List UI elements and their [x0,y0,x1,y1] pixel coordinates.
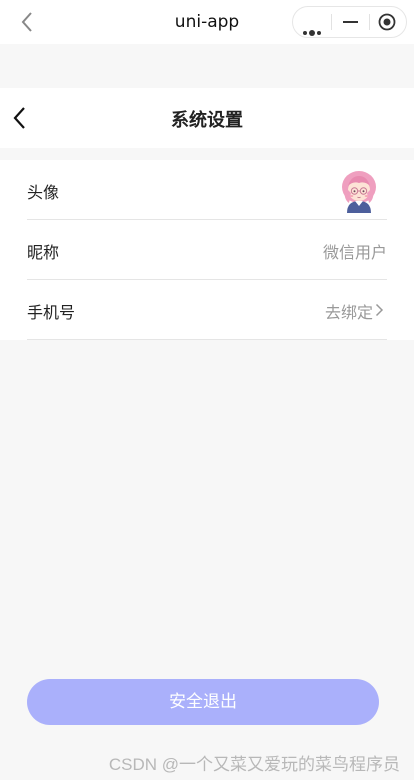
watermark: CSDN @一个又菜又爱玩的菜鸟程序员 [108,755,400,774]
settings-list: 头像 昵称 微信用户 手机号 去绑定 [0,160,414,340]
avatar-row[interactable]: 头像 [27,160,387,220]
avatar[interactable] [337,167,381,213]
page-title: 系统设置 [171,110,243,131]
page-header: 系统设置 [0,88,414,148]
bind-phone-link[interactable]: 去绑定 [325,299,373,323]
minus-icon [343,21,358,23]
phone-row[interactable]: 手机号 去绑定 [27,280,387,340]
mini-program-bar: uni-app [0,0,414,44]
more-button[interactable] [293,7,331,37]
target-icon [378,13,396,31]
chevron-right-icon [375,303,384,317]
minimize-button[interactable] [331,7,369,37]
menu-capsule [292,6,407,38]
more-dots-icon [303,20,323,39]
nickname-value: 微信用户 [322,243,387,262]
phone-label: 手机号 [27,303,76,322]
logout-button[interactable]: 安全退出 [27,679,379,725]
nickname-label: 昵称 [27,243,60,262]
avatar-label: 头像 [27,183,60,202]
close-button[interactable] [369,7,407,37]
nickname-row[interactable]: 昵称 微信用户 [27,220,387,280]
